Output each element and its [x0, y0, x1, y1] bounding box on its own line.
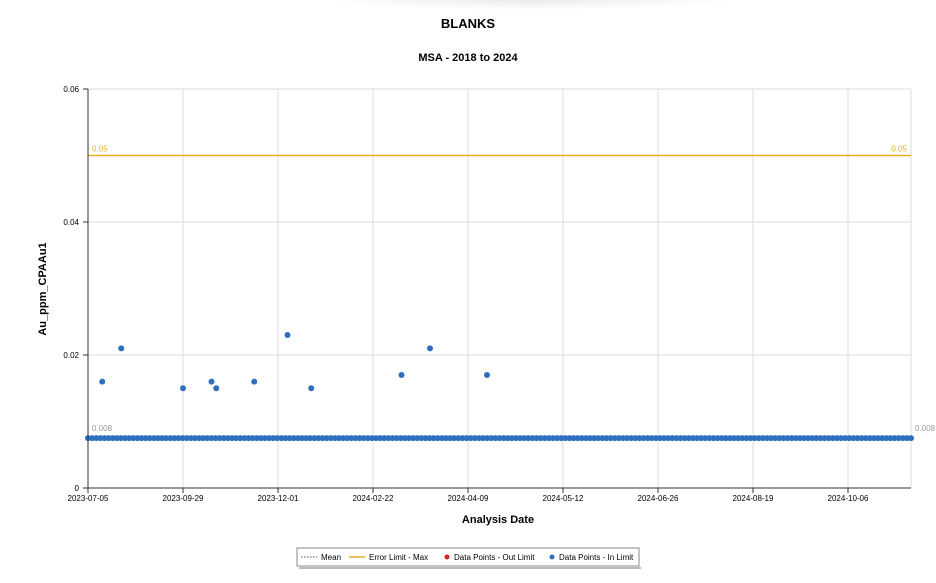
chart-title: BLANKS [441, 16, 495, 31]
chart-subtitle: MSA - 2018 to 2024 [418, 52, 518, 64]
y-tick-label: 0 [75, 484, 80, 493]
legend-item-label: Data Points - Out Limit [454, 553, 535, 562]
x-tick-label: 2024-06-26 [638, 494, 679, 503]
x-tick-label: 2024-10-06 [828, 494, 869, 503]
legend: Mean Error Limit - Max Data Points - Out L… [296, 547, 641, 569]
data-point-in-limit [308, 385, 315, 392]
ref-label-right: 0.05 [891, 145, 907, 154]
y-tick-label: 0.04 [63, 218, 79, 227]
x-tick-label: 2024-02-22 [353, 494, 394, 503]
y-axis-label: Au_ppm_CPAAu1 [37, 242, 49, 335]
data-point-in-limit [427, 345, 433, 352]
data-point-in-limit [213, 385, 220, 392]
data-points [85, 332, 914, 442]
data-point-in-limit [484, 371, 490, 378]
legend-item-label: Mean [321, 553, 341, 562]
x-axis-label: Analysis Date [462, 514, 534, 526]
legend-item-label: Error Limit - Max [369, 553, 428, 562]
x-tick-label: 2024-05-12 [543, 494, 584, 503]
data-point-in-limit [251, 378, 258, 385]
x-tick-label: 2023-07-05 [68, 494, 109, 503]
y-tick-label: 0.06 [63, 85, 79, 94]
legend-swatch-dot [444, 554, 450, 560]
x-tick-label: 2023-12-01 [258, 494, 299, 503]
data-point-in-limit [208, 378, 215, 385]
y-tick-label: 0.02 [63, 351, 79, 360]
grid-lines [87, 88, 912, 489]
data-point-in-limit [284, 332, 291, 339]
x-tick-label: 2024-04-09 [448, 494, 489, 503]
ref-label-right: 0.008 [915, 424, 936, 433]
data-point-in-limit [908, 435, 914, 442]
scatter-chart: BLANKS MSA - 2018 to 2024 0.05 0.05 0.008 0… [37, 16, 936, 569]
legend-item-label: Data Points - In Limit [559, 553, 634, 562]
ref-label-left: 0.008 [92, 424, 113, 433]
ref-label-left: 0.05 [92, 145, 108, 154]
x-tick-label: 2024-08-19 [733, 494, 774, 503]
x-tick-label: 2023-09-29 [163, 494, 204, 503]
data-point-in-limit [118, 345, 125, 352]
data-point-in-limit [180, 385, 186, 392]
data-point-in-limit [99, 378, 106, 385]
data-point-in-limit [398, 371, 405, 378]
legend-swatch-dot [549, 554, 555, 560]
